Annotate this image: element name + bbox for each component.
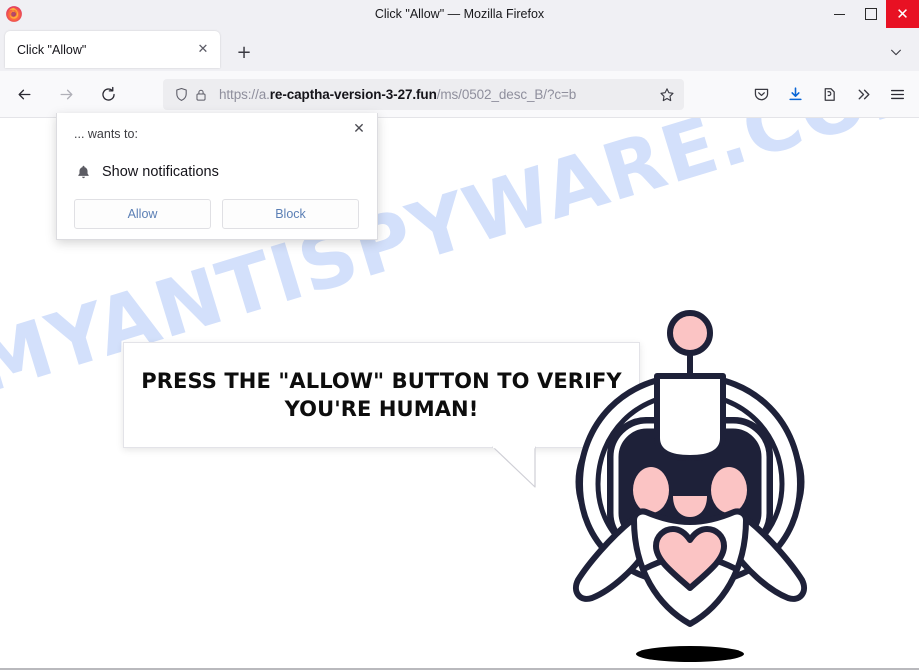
pocket-save-button[interactable] — [745, 79, 777, 111]
block-button[interactable]: Block — [222, 199, 359, 229]
forward-button[interactable] — [50, 78, 82, 110]
url-scheme: https://a. — [219, 87, 270, 102]
tab-close-icon[interactable]: ✕ — [194, 41, 212, 59]
minimize-button[interactable] — [824, 0, 855, 28]
reload-icon — [101, 86, 115, 101]
account-button[interactable] — [813, 79, 845, 111]
window-title: Click "Allow" — Mozilla Firefox — [374, 7, 545, 21]
url-path: /ms/0502_desc_B/?c=b — [436, 87, 577, 102]
notification-permission-popup: ✕ ... wants to: Show notifications Allow… — [56, 113, 378, 240]
tab-strip: Click "Allow" ✕ + — [0, 28, 919, 71]
app-menu-button[interactable] — [881, 79, 913, 111]
speech-bubble-tail — [492, 445, 536, 488]
list-all-tabs-chevron-down-icon[interactable] — [885, 41, 907, 63]
download-arrow-icon — [788, 87, 802, 101]
browser-tab[interactable]: Click "Allow" ✕ — [5, 31, 220, 68]
forward-arrow-icon — [60, 89, 72, 99]
account-icon — [824, 88, 835, 101]
pocket-save-icon — [754, 88, 768, 101]
toolbar-right-actions — [743, 79, 913, 110]
bell-glyph — [77, 165, 89, 179]
browser-window: Click "Allow" — Mozilla Firefox ✕ Click … — [0, 0, 919, 670]
padlock-icon[interactable] — [191, 85, 211, 105]
popup-close-icon[interactable]: ✕ — [348, 118, 370, 140]
allow-button[interactable]: Allow — [74, 199, 211, 229]
window-titlebar: Click "Allow" — Mozilla Firefox ✕ — [0, 0, 919, 29]
downloads-button[interactable] — [779, 79, 811, 111]
back-button[interactable] — [8, 78, 40, 110]
bell-icon — [74, 163, 92, 181]
popup-actions: Allow Block — [74, 199, 359, 229]
back-arrow-icon — [18, 89, 30, 99]
popup-permission-label: Show notifications — [102, 164, 219, 180]
window-controls: ✕ — [824, 0, 919, 28]
new-tab-button[interactable]: + — [232, 40, 256, 64]
padlock-glyph — [196, 89, 206, 101]
firefox-logo-icon — [6, 6, 22, 22]
maximize-button[interactable] — [855, 0, 886, 28]
url-text: https://a.re-captha-version-3-27.fun/ms/… — [219, 87, 656, 102]
url-host: re-captha-version-3-27.fun — [269, 87, 437, 102]
star-glyph — [660, 87, 674, 101]
double-chevron-right-icon — [858, 89, 870, 100]
shield-glyph — [175, 87, 187, 101]
navigation-toolbar: https://a.re-captha-version-3-27.fun/ms/… — [0, 71, 919, 118]
popup-origin-text: ... wants to: — [74, 127, 138, 141]
minimize-icon — [834, 13, 845, 15]
chevron-down-icon — [891, 49, 901, 56]
maximize-icon — [864, 8, 877, 20]
overflow-menu-button[interactable] — [847, 79, 879, 111]
robot-mascot-illustration — [572, 310, 808, 662]
reload-button[interactable] — [92, 78, 124, 110]
close-icon: ✕ — [896, 4, 909, 23]
popup-permission-row: Show notifications — [74, 163, 219, 181]
robot-shadow — [636, 646, 744, 662]
close-window-button[interactable]: ✕ — [886, 0, 919, 28]
hamburger-menu-icon — [890, 89, 904, 100]
address-bar[interactable]: https://a.re-captha-version-3-27.fun/ms/… — [163, 79, 684, 110]
tab-title: Click "Allow" — [17, 42, 87, 57]
bookmark-star-icon[interactable] — [656, 84, 678, 106]
shield-icon[interactable] — [171, 85, 191, 105]
